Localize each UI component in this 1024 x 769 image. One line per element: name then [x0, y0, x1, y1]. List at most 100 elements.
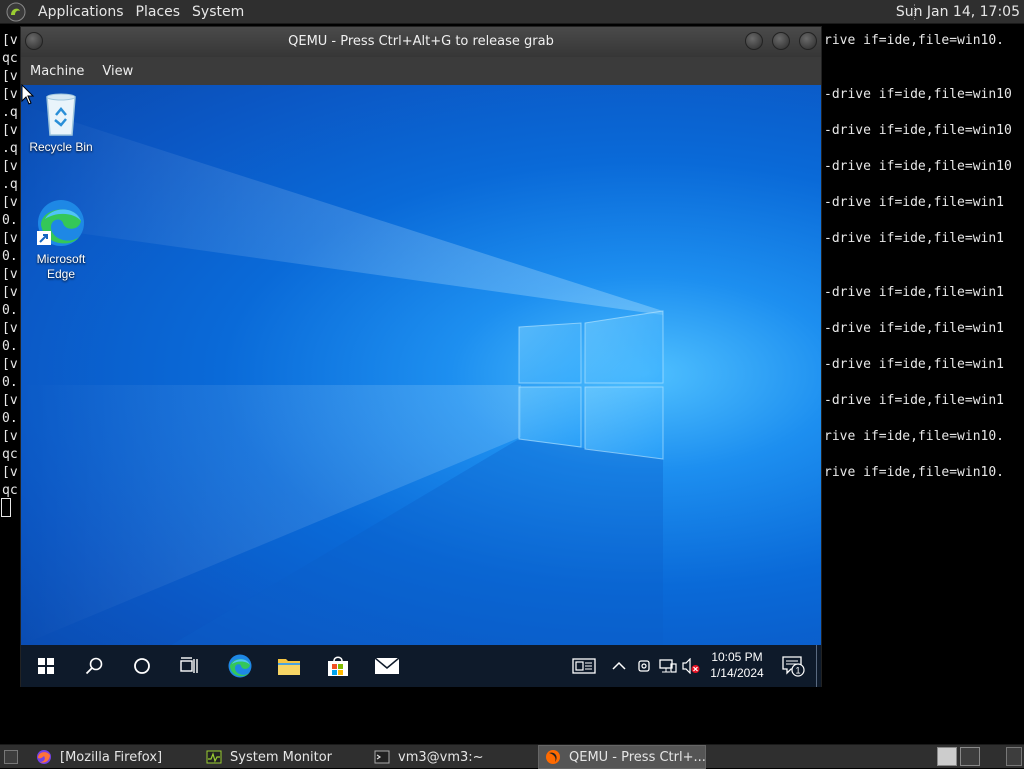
windows-time: 10:05 PM — [711, 650, 763, 664]
terminal-line: -drive if=ide,file=win1 — [824, 285, 1005, 300]
terminal-line: 0. — [2, 213, 18, 228]
workspace-2[interactable] — [960, 747, 980, 766]
cortana-button[interactable] — [119, 645, 165, 687]
terminal-line: rive if=ide,file=win10. — [824, 465, 1005, 480]
terminal-line: rive if=ide,file=win10. — [824, 429, 1005, 444]
folder-icon — [278, 659, 300, 675]
tray-device-button[interactable] — [635, 645, 653, 687]
mouse-pointer-icon — [21, 84, 35, 105]
taskbar-mail-button[interactable] — [364, 645, 410, 687]
volume-muted-icon — [682, 658, 700, 674]
edge-icon — [37, 200, 84, 246]
terminal-line: [v — [2, 285, 18, 300]
terminal-line: [v — [2, 429, 18, 444]
recycle-bin-label: Recycle Bin — [29, 140, 93, 154]
edge-label: Microsoft Edge — [36, 252, 86, 281]
machine-menu[interactable]: Machine — [21, 64, 93, 79]
windows-clock[interactable]: 10:05 PM 1/14/2024 — [703, 649, 771, 681]
qemu-titlebar[interactable]: QEMU - Press Ctrl+Alt+G to release grab — [21, 27, 821, 57]
task-qemu-label: QEMU - Press Ctrl+... — [569, 749, 706, 765]
terminal-line: [v — [2, 393, 18, 408]
terminal-cursor — [1, 498, 11, 517]
applications-menu[interactable]: Applications — [32, 0, 130, 24]
show-desktop-icon[interactable] — [4, 750, 18, 764]
tray-network-button[interactable] — [657, 645, 679, 687]
windows-taskbar: 10:05 PM 1/14/2024 1 — [21, 645, 821, 687]
task-terminal[interactable]: vm3@vm3:~ — [368, 745, 536, 769]
notification-icon: 1 — [782, 656, 805, 677]
terminal-line: 0. — [2, 303, 18, 318]
show-desktop-button[interactable] — [816, 645, 821, 687]
qemu-menubar: Machine View — [21, 57, 821, 85]
search-button[interactable] — [71, 645, 117, 687]
task-firefox-label: [Mozilla Firefox] — [60, 749, 163, 765]
terminal-line: [v — [2, 465, 18, 480]
mail-icon — [374, 657, 400, 674]
tray-overflow-button[interactable] — [609, 645, 629, 687]
taskbar-edge-button[interactable] — [217, 645, 263, 687]
windows-date: 1/14/2024 — [710, 666, 764, 680]
terminal-line: -drive if=ide,file=win10 — [824, 87, 1012, 102]
mate-logo-icon[interactable] — [6, 2, 26, 22]
view-menu[interactable]: View — [93, 64, 142, 79]
terminal-line: 0. — [2, 339, 18, 354]
taskbar-store-button[interactable] — [315, 645, 361, 687]
start-button[interactable] — [23, 645, 69, 687]
task-firefox[interactable]: [Mozilla Firefox] — [30, 745, 200, 769]
terminal-line: -drive if=ide,file=win1 — [824, 195, 1005, 210]
trash-applet[interactable] — [1006, 747, 1022, 766]
cortana-icon — [134, 658, 150, 674]
edge-icon — [228, 654, 252, 678]
close-button[interactable] — [799, 32, 817, 50]
terminal-line: [v — [2, 321, 18, 336]
terminal-line: 0. — [2, 411, 18, 426]
terminal-line: -drive if=ide,file=win1 — [824, 231, 1005, 246]
panel-clock[interactable]: Sun Jan 14, 17:05 — [896, 0, 1020, 24]
places-menu[interactable]: Places — [130, 0, 187, 24]
taskbar-file-explorer-button[interactable] — [266, 645, 312, 687]
usb-device-icon — [638, 660, 650, 672]
news-icon — [572, 658, 596, 674]
tray-news-button[interactable] — [569, 645, 599, 687]
terminal-line: -drive if=ide,file=win1 — [824, 357, 1005, 372]
action-center-button[interactable]: 1 — [775, 645, 811, 687]
windows-guest-screen[interactable]: Recycle Bin Microsoft Edge 10:05 PM 1/14… — [21, 85, 821, 687]
firefox-icon — [37, 750, 51, 764]
top-panel: Applications Places System Sun Jan 14, 1… — [0, 0, 1024, 24]
minimize-button[interactable] — [745, 32, 763, 50]
terminal-line: [v — [2, 87, 18, 102]
windows-logo-icon — [518, 310, 664, 460]
terminal-line: .q — [2, 141, 18, 156]
qemu-icon — [546, 750, 560, 764]
maximize-button[interactable] — [772, 32, 790, 50]
system-menu[interactable]: System — [186, 0, 250, 24]
terminal-line: qc — [2, 447, 18, 462]
window-menu-button[interactable] — [25, 32, 43, 50]
recycle-bin-icon — [46, 93, 76, 136]
terminal-line: [v — [2, 69, 18, 84]
task-qemu[interactable]: QEMU - Press Ctrl+... — [538, 745, 706, 769]
workspace-1[interactable] — [937, 747, 957, 766]
bottom-panel: [Mozilla Firefox] System Monitor vm3@vm3… — [0, 744, 1024, 769]
terminal-line: [v — [2, 159, 18, 174]
tray-volume-button[interactable] — [681, 645, 701, 687]
terminal-line: -drive if=ide,file=win1 — [824, 321, 1005, 336]
chevron-up-icon — [612, 661, 626, 670]
task-view-icon — [180, 657, 198, 673]
terminal-line: .q — [2, 105, 18, 120]
terminal-line: qc — [2, 51, 18, 66]
desktop-icon-edge[interactable]: Microsoft Edge — [21, 197, 101, 282]
terminal-line: 0. — [2, 375, 18, 390]
search-icon — [85, 657, 103, 675]
terminal-icon — [374, 750, 390, 764]
task-system-monitor-label: System Monitor — [230, 749, 333, 765]
terminal-line: [v — [2, 123, 18, 138]
task-system-monitor[interactable]: System Monitor — [200, 745, 368, 769]
system-monitor-icon — [206, 750, 222, 764]
windows-start-icon — [38, 658, 54, 674]
task-terminal-label: vm3@vm3:~ — [398, 749, 484, 765]
terminal-line: [v — [2, 33, 18, 48]
qemu-window[interactable]: QEMU - Press Ctrl+Alt+G to release grab … — [20, 26, 822, 687]
qemu-title: QEMU - Press Ctrl+Alt+G to release grab — [288, 34, 554, 49]
task-view-button[interactable] — [167, 645, 213, 687]
